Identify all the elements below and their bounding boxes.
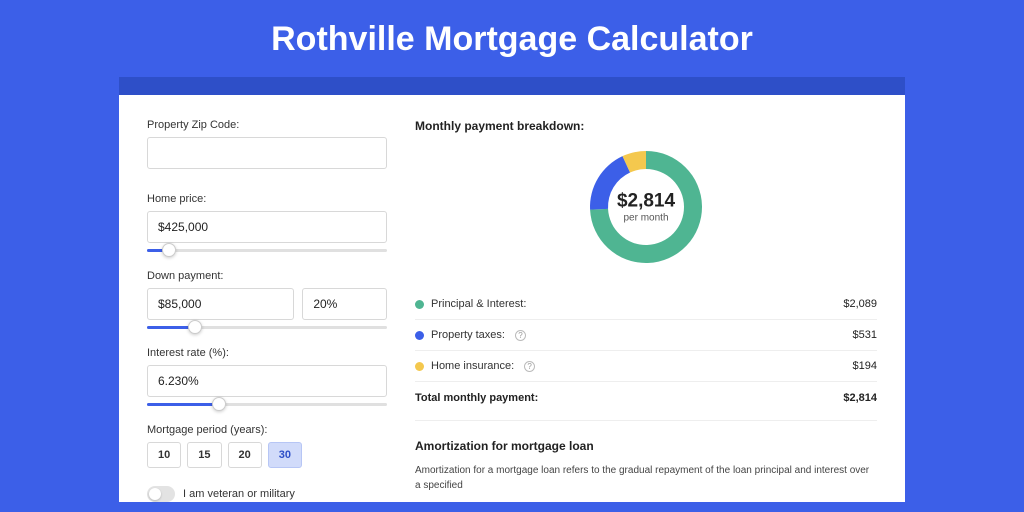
total-label: Total monthly payment: (415, 392, 538, 404)
period-btn-10[interactable]: 10 (147, 442, 181, 468)
down-payment-pct-input[interactable] (302, 288, 387, 320)
donut-container: $2,814 per month (586, 147, 706, 267)
home-price-slider[interactable] (147, 249, 387, 252)
donut-amount: $2,814 (617, 191, 675, 213)
breakdown-panel: Monthly payment breakdown: $2,814 per mo… (415, 119, 877, 502)
form-panel: Property Zip Code: Home price: Down paym… (147, 119, 387, 502)
veteran-toggle-knob (149, 488, 161, 500)
breakdown-row: Home insurance:? $194 (415, 351, 877, 382)
interest-label: Interest rate (%): (147, 347, 387, 359)
amort-text: Amortization for a mortgage loan refers … (415, 463, 877, 493)
home-price-slider-handle[interactable] (162, 243, 176, 257)
interest-input[interactable] (147, 365, 387, 397)
period-btn-20[interactable]: 20 (228, 442, 262, 468)
down-payment-label: Down payment: (147, 270, 387, 282)
breakdown-row: Property taxes:? $531 (415, 320, 877, 351)
period-btn-30[interactable]: 30 (268, 442, 302, 468)
total-value: $2,814 (843, 392, 877, 404)
period-label: Mortgage period (years): (147, 424, 387, 436)
down-payment-input[interactable] (147, 288, 294, 320)
donut-sub: per month (617, 213, 675, 224)
info-icon[interactable]: ? (524, 361, 535, 372)
info-icon[interactable]: ? (515, 330, 526, 341)
down-payment-slider-handle[interactable] (188, 320, 202, 334)
zip-input[interactable] (147, 137, 387, 169)
donut-chart-wrap: $2,814 per month (415, 147, 877, 267)
interest-slider-fill (147, 403, 219, 406)
interest-slider-handle[interactable] (212, 397, 226, 411)
amort-title: Amortization for mortgage loan (415, 439, 877, 453)
veteran-label: I am veteran or military (183, 488, 295, 500)
page-title: Rothville Mortgage Calculator (0, 0, 1024, 77)
breakdown-label: Principal & Interest: (431, 298, 526, 310)
period-btn-15[interactable]: 15 (187, 442, 221, 468)
breakdown-value: $531 (853, 329, 877, 341)
breakdown-label: Property taxes: (431, 329, 505, 341)
home-price-label: Home price: (147, 193, 387, 205)
donut-center: $2,814 per month (617, 191, 675, 224)
calculator-card: Property Zip Code: Home price: Down paym… (119, 95, 905, 502)
breakdown-value: $2,089 (843, 298, 877, 310)
breakdown-label: Home insurance: (431, 360, 514, 372)
breakdown-value: $194 (853, 360, 877, 372)
down-payment-slider[interactable] (147, 326, 387, 329)
breakdown-title: Monthly payment breakdown: (415, 119, 877, 133)
zip-label: Property Zip Code: (147, 119, 387, 131)
home-price-input[interactable] (147, 211, 387, 243)
veteran-toggle[interactable] (147, 486, 175, 502)
legend-dot (415, 300, 424, 309)
period-row: 1015 2030 (147, 442, 387, 468)
legend-dot (415, 362, 424, 371)
legend-dot (415, 331, 424, 340)
veteran-row: I am veteran or military (147, 486, 387, 502)
total-row: Total monthly payment: $2,814 (415, 382, 877, 421)
breakdown-row: Principal & Interest: $2,089 (415, 289, 877, 320)
interest-slider[interactable] (147, 403, 387, 406)
